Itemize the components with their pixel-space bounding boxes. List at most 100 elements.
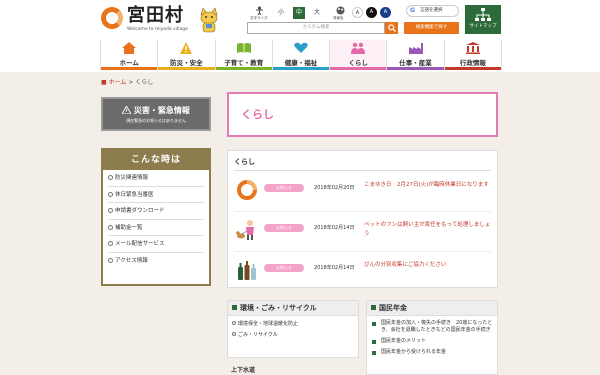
news-badge: お知らせ [264, 264, 304, 272]
news-title-link[interactable]: こまゆき日 2月27日(火)が臨時休業日になります [364, 181, 494, 190]
global-nav: ホーム 防災・安全 子育て・教育 健康・福祉 くらし 仕事・産業 行政情報 [100, 38, 502, 70]
news-badge: お知らせ [264, 184, 304, 192]
nav-color-bar [387, 67, 444, 70]
card-link-label: 環境保全・地球温暖化防止 [238, 321, 299, 327]
nav-industry[interactable]: 仕事・産業 [386, 40, 444, 70]
card-link[interactable]: 環境保全・地球温暖化防止 [228, 319, 358, 330]
function-search-link[interactable]: 検索機能で探す [404, 22, 459, 34]
nav-health[interactable]: 健康・福祉 [271, 40, 330, 70]
site-logo[interactable]: 宮田村 Welcome to miyada village [101, 5, 226, 35]
logo-mark-icon [101, 7, 123, 29]
disaster-title: 災害・緊急情報 [103, 105, 209, 116]
nav-label: くらし [348, 59, 369, 67]
nav-label: 健康・福祉 [284, 59, 318, 67]
nav-childcare[interactable]: 子育て・教育 [214, 40, 272, 70]
news-row: お知らせ 2018年02月14日 ペットのフンは飼い主が責任をもって処理しましょ… [234, 212, 491, 252]
card-link[interactable]: 国民年金のメリット [367, 336, 497, 347]
nav-label: ホーム [119, 59, 139, 67]
color-blue-button[interactable]: A [380, 7, 391, 18]
konna-item[interactable]: メール配信サービス [108, 236, 204, 253]
news-date: 2018年02月20日 [314, 185, 355, 191]
konna-toki-list: 防災関連情報 休日緊急当番医 申請書ダウンロード 補助金一覧 メール配信サービス… [103, 170, 209, 269]
font-size-large-button[interactable]: 大 [311, 7, 323, 19]
nav-living[interactable]: くらし [329, 40, 387, 70]
card-link[interactable]: 国民年金から受けられる年金 [367, 347, 497, 358]
mascot-cat-icon [200, 7, 218, 33]
card-link-label: 国民年金から受けられる年金 [381, 349, 447, 355]
book-icon [236, 43, 251, 53]
search-button[interactable] [385, 22, 398, 34]
page-title: くらし [241, 108, 274, 121]
color-black-button[interactable]: A [366, 7, 377, 18]
category-card-pension: 国民年金 国民年金の加入・喪失の手続き 20歳になったとき、会社を退職したときな… [366, 300, 498, 375]
square-bullet-icon [372, 322, 376, 326]
divider [234, 170, 491, 171]
card-link[interactable]: ごみ・リサイクル [228, 330, 358, 341]
font-size-small-button[interactable]: 小 [275, 7, 287, 19]
font-size-medium-button[interactable]: 中 [293, 7, 305, 19]
factory-icon [408, 43, 423, 54]
language-select[interactable]: G 言語を選択 [406, 5, 459, 17]
breadcrumb-home-link[interactable]: ホーム [109, 79, 127, 86]
konna-item-label: 休日緊急当番医 [115, 191, 154, 198]
card-heading: 国民年金 [367, 301, 497, 316]
news-date: 2018年02月14日 [314, 225, 355, 231]
card-heading-text: 国民年金 [379, 304, 407, 312]
card-list: 環境保全・地球温暖化防止 ごみ・リサイクル [228, 316, 358, 341]
house-icon: ■ [101, 79, 107, 86]
nav-label: 防災・安全 [170, 59, 203, 67]
sitemap-icon [475, 8, 491, 21]
konna-item-label: 防災関連情報 [115, 175, 149, 181]
nav-color-bar [215, 67, 272, 70]
konna-item[interactable]: アクセス情報 [108, 253, 204, 270]
nav-government[interactable]: 行政情報 [443, 40, 502, 70]
house-icon [122, 42, 137, 54]
search-input[interactable]: カスタム検索 [247, 22, 385, 34]
square-bullet-icon [372, 340, 376, 344]
arrow-circle-icon [232, 321, 236, 325]
konna-item-label: 補助金一覧 [115, 224, 143, 231]
card-link[interactable]: 国民年金の加入・喪失の手続き 20歳になったとき、会社を退職したときなどの国民年… [367, 318, 497, 336]
page-title-box: くらし [227, 92, 498, 137]
arrow-circle-icon [108, 191, 113, 197]
logo-tagline: Welcome to miyada village [127, 27, 188, 32]
konna-item[interactable]: 申請書ダウンロード [108, 203, 204, 220]
disaster-subtitle: 現在緊急のお知らせはありません [126, 118, 186, 123]
nav-label: 行政情報 [459, 59, 486, 67]
news-row: お知らせ 2018年02月14日 びんの分別収集にご協力ください [234, 252, 491, 292]
konna-item-label: メール配信サービス [115, 241, 165, 247]
font-size-label: 文字サイズ [250, 16, 268, 20]
news-date: 2018年02月14日 [314, 265, 355, 271]
color-label: 背景色 [333, 16, 344, 20]
nav-label: 仕事・産業 [399, 59, 432, 67]
news-row: お知らせ 2018年02月20日 こまゆき日 2月27日(火)が臨時休業日になり… [234, 172, 491, 212]
warning-icon [180, 42, 193, 54]
disaster-info-button[interactable]: 災害・緊急情報 現在緊急のお知らせはありません [101, 97, 211, 131]
warning-icon [121, 105, 132, 115]
news-title-link[interactable]: ペットのフンは飼い主が責任をもって処理しましょう [364, 221, 494, 239]
konna-item[interactable]: 補助金一覧 [108, 220, 204, 236]
arrow-circle-icon [232, 332, 236, 336]
sitemap-button[interactable]: サイトマップ [465, 5, 501, 34]
news-panel: くらし お知らせ 2018年02月20日 こまゆき日 2月27日(火)が臨時休業… [227, 150, 498, 288]
arrow-circle-icon [108, 257, 113, 263]
site-header: 宮田村 Welcome to miyada village 文字サイズ 小 中 … [0, 0, 600, 72]
arrow-circle-icon [108, 224, 113, 230]
news-title-link[interactable]: びんの分別収集にご協力ください [364, 261, 494, 270]
news-heading: くらし [234, 158, 255, 166]
nav-home[interactable]: ホーム [100, 40, 158, 70]
dog-walk-icon [236, 220, 254, 240]
square-bullet-icon [232, 305, 237, 310]
konna-item[interactable]: 防災関連情報 [108, 170, 204, 187]
konna-toki-panel: こんな時は 防災関連情報 休日緊急当番医 申請書ダウンロード 補助金一覧 メール… [101, 148, 211, 286]
card-link-label: ごみ・リサイクル [238, 332, 278, 338]
color-white-button[interactable]: A [352, 7, 363, 18]
square-bullet-icon [371, 305, 376, 310]
nav-color-bar [101, 67, 158, 70]
card-heading: 環境・ごみ・リサイクル [228, 301, 358, 316]
arrow-circle-icon [108, 208, 113, 213]
nav-disaster[interactable]: 防災・安全 [157, 40, 215, 70]
square-bullet-icon [372, 351, 376, 355]
konna-item[interactable]: 休日緊急当番医 [108, 187, 204, 203]
card-link-label: 国民年金の加入・喪失の手続き 20歳になったとき、会社を退職したときなどの国民年… [381, 320, 493, 333]
